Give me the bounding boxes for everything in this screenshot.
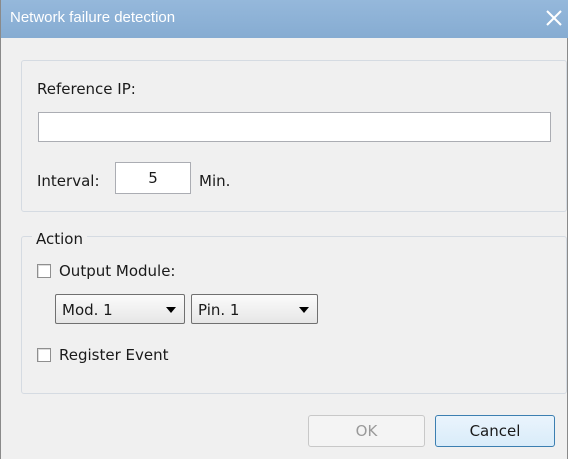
- window-title: Network failure detection: [10, 9, 176, 26]
- output-module-checkbox[interactable]: [37, 264, 51, 278]
- register-event-checkbox[interactable]: [37, 348, 51, 362]
- network-failure-dialog: Network failure detection Reference IP: …: [0, 0, 568, 459]
- cancel-button[interactable]: Cancel: [435, 415, 555, 447]
- reference-ip-input[interactable]: [38, 112, 551, 142]
- title-bar: Network failure detection: [1, 0, 568, 38]
- close-button[interactable]: [542, 6, 566, 30]
- output-module-label[interactable]: Output Module:: [59, 262, 175, 280]
- interval-input[interactable]: [115, 162, 191, 194]
- chevron-down-icon: [166, 307, 176, 313]
- module-select-value: Mod. 1: [62, 301, 113, 319]
- ok-button[interactable]: OK: [308, 415, 425, 447]
- pin-select-value: Pin. 1: [198, 301, 240, 319]
- interval-unit-label: Min.: [199, 172, 231, 190]
- reference-ip-label: Reference IP:: [37, 80, 136, 98]
- chevron-down-icon: [299, 307, 309, 313]
- interval-label: Interval:: [37, 172, 100, 190]
- module-select[interactable]: Mod. 1: [55, 294, 185, 324]
- action-legend: Action: [32, 230, 87, 248]
- pin-select[interactable]: Pin. 1: [191, 294, 318, 324]
- close-icon: [546, 10, 562, 26]
- register-event-label[interactable]: Register Event: [59, 346, 169, 364]
